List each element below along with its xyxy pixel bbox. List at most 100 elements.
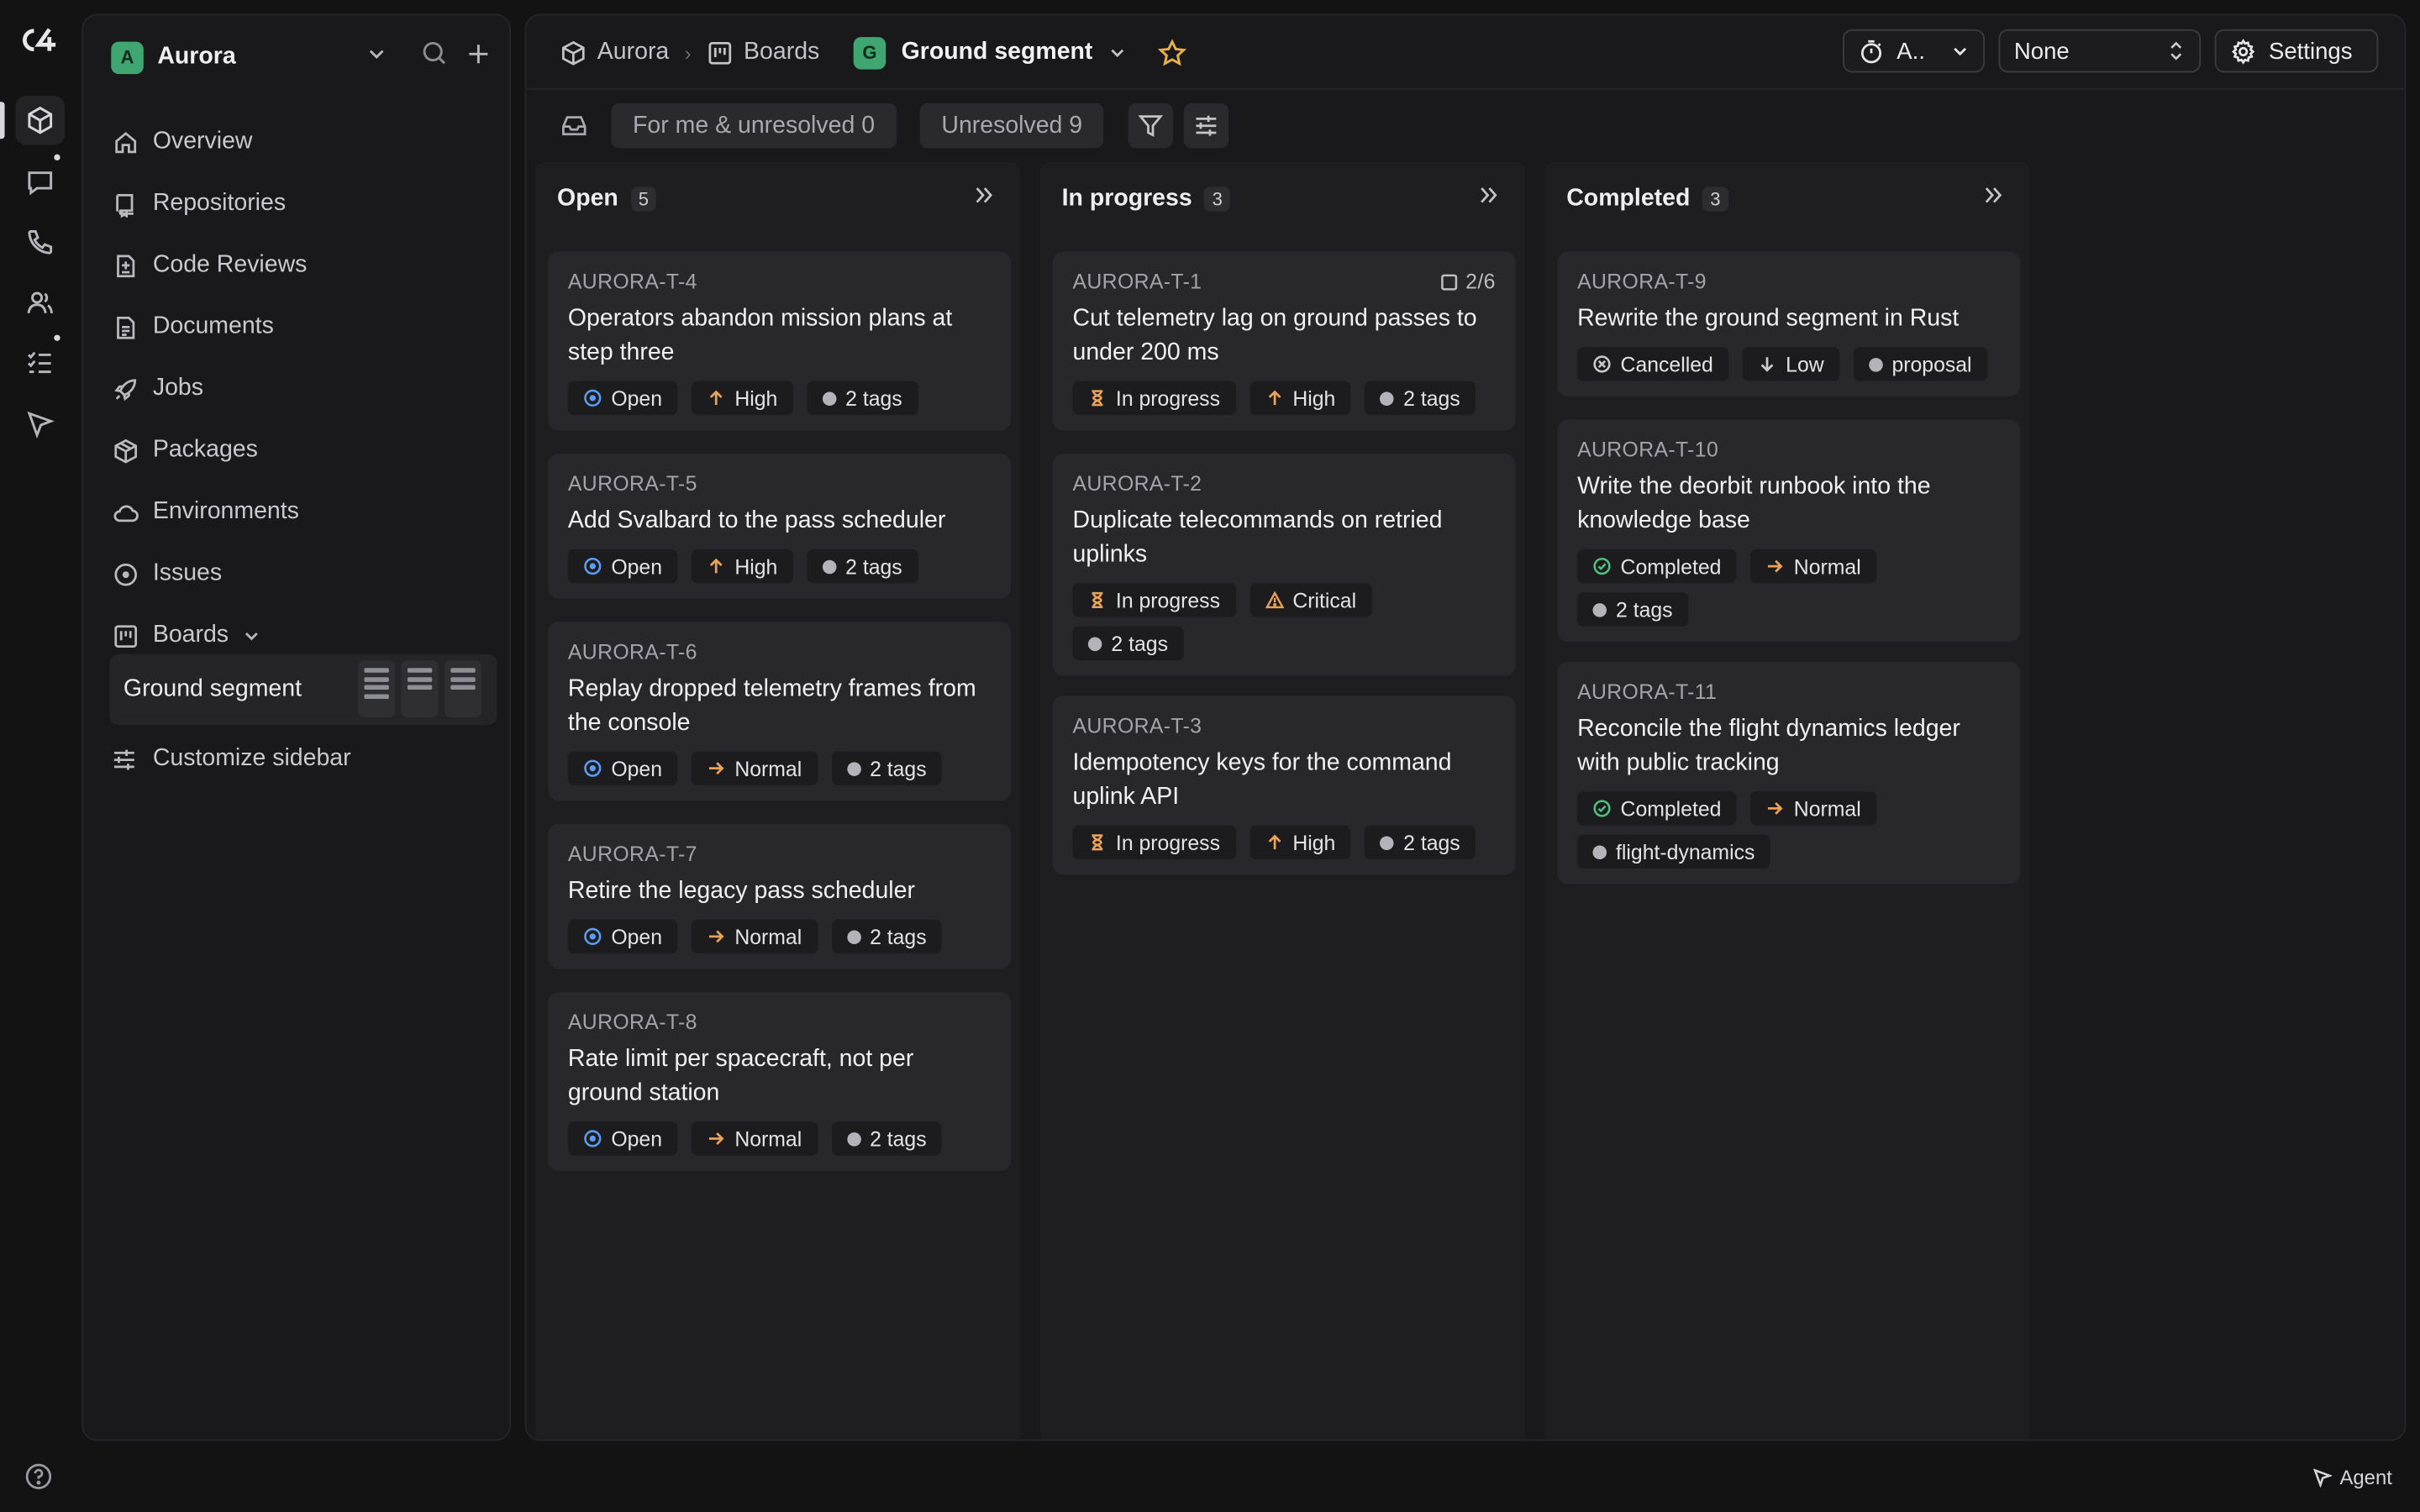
tag-dot-icon <box>822 391 837 406</box>
filter-button[interactable] <box>1128 103 1173 149</box>
filter-unresolved[interactable]: Unresolved 9 <box>919 103 1104 149</box>
tags-badge[interactable]: 2 tags <box>831 751 942 785</box>
funnel-icon <box>1138 113 1164 139</box>
priority-badge[interactable]: High <box>1249 825 1351 860</box>
tags-badge[interactable]: 2 tags <box>1365 825 1476 860</box>
status-badge[interactable]: In progress <box>1072 583 1236 617</box>
issue-card[interactable]: AURORA-T-1 2/6 Cut telemetry lag on grou… <box>1052 251 1516 431</box>
status-badge[interactable]: Cancelled <box>1577 347 1729 381</box>
priority-badge[interactable]: Normal <box>691 751 818 785</box>
rail-chat-button[interactable] <box>15 150 65 207</box>
breadcrumb-boards[interactable]: Boards <box>707 39 819 66</box>
app-logo[interactable] <box>13 15 68 65</box>
tags-badge[interactable]: 2 tags <box>831 1121 942 1156</box>
agent-button[interactable]: Agent <box>2312 1466 2392 1488</box>
priority-badge[interactable]: High <box>691 381 793 416</box>
issue-card[interactable]: AURORA-T-2 Duplicate telecommands on ret… <box>1052 453 1516 676</box>
rail-projects-button[interactable] <box>15 95 66 145</box>
tag-dot-icon <box>1592 602 1607 617</box>
checkbox-icon <box>1439 272 1458 291</box>
sidebar-item-code-reviews[interactable]: Code Reviews <box>108 234 494 296</box>
sidebar-item-issues[interactable]: Issues <box>108 543 494 605</box>
issue-card[interactable]: AURORA-T-5 Add Svalbard to the pass sche… <box>548 453 1012 599</box>
priority-badge[interactable]: High <box>1249 381 1351 416</box>
plus-icon[interactable] <box>466 41 491 66</box>
tags-badge[interactable]: flight-dynamics <box>1577 834 1770 869</box>
customize-sidebar-link[interactable]: Customize sidebar <box>111 742 351 775</box>
sidebar-item-ground-segment[interactable]: Ground segment <box>109 654 497 726</box>
issue-card[interactable]: AURORA-T-11 Reconcile the flight dynamic… <box>1557 661 2021 885</box>
filter-for-me-unresolved[interactable]: For me & unresolved 0 <box>611 103 897 149</box>
workspace-switcher[interactable]: A Aurora <box>111 40 236 74</box>
star-icon[interactable] <box>1157 38 1187 67</box>
tag-dot-icon <box>822 559 837 574</box>
chevron-down-icon[interactable] <box>243 627 261 645</box>
arrow-right-icon <box>707 759 725 778</box>
priority-badge[interactable]: Normal <box>1750 549 1877 584</box>
issue-card[interactable]: AURORA-T-9 Rewrite the ground segment in… <box>1557 251 2021 397</box>
cursor-arrow-icon <box>2312 1467 2333 1488</box>
priority-badge[interactable]: Normal <box>1750 791 1877 826</box>
status-badge[interactable]: Open <box>567 549 678 584</box>
rail-people-button[interactable] <box>15 278 65 328</box>
sidebar-item-jobs[interactable]: Jobs <box>108 358 494 419</box>
assignee-select[interactable]: None <box>1998 29 2202 73</box>
status-badge[interactable]: Open <box>567 381 678 416</box>
issue-card[interactable]: AURORA-T-8 Rate limit per spacecraft, no… <box>548 991 1012 1172</box>
chevron-down-icon[interactable] <box>1108 43 1127 61</box>
help-icon[interactable] <box>24 1462 55 1494</box>
chevron-down-icon[interactable] <box>366 43 387 65</box>
open-status-icon <box>583 389 602 407</box>
status-badge[interactable]: Completed <box>1577 791 1737 826</box>
rail-tasks-button[interactable] <box>15 331 65 387</box>
tags-badge[interactable]: 2 tags <box>807 549 918 584</box>
status-badge[interactable]: Open <box>567 751 678 785</box>
collapse-column-icon[interactable] <box>1981 184 2005 207</box>
issue-title: Replay dropped telemetry frames from the… <box>567 675 976 737</box>
issue-title: Retire the legacy pass scheduler <box>567 878 915 905</box>
issue-card[interactable]: AURORA-T-4 Operators abandon mission pla… <box>548 251 1012 431</box>
view-options-button[interactable] <box>1183 103 1229 149</box>
rail-calls-button[interactable] <box>15 218 65 267</box>
tags-badge[interactable]: 2 tags <box>831 919 942 954</box>
inbox-icon[interactable] <box>560 113 588 139</box>
priority-badge[interactable]: High <box>691 549 793 584</box>
status-badge[interactable]: Open <box>567 1121 678 1156</box>
tags-badge[interactable]: proposal <box>1853 347 1987 381</box>
collapse-column-icon[interactable] <box>972 184 996 207</box>
timer-dropdown[interactable]: A.. <box>1843 29 1985 73</box>
breadcrumb-project[interactable]: Aurora <box>560 39 669 66</box>
priority-badge[interactable]: Normal <box>691 919 818 954</box>
tags-badge[interactable]: 2 tags <box>1365 381 1476 416</box>
status-badge[interactable]: In progress <box>1072 825 1236 860</box>
board-icon <box>707 39 734 66</box>
collapse-column-icon[interactable] <box>1477 184 1501 207</box>
issue-card[interactable]: AURORA-T-7 Retire the legacy pass schedu… <box>548 823 1012 969</box>
issue-card[interactable]: AURORA-T-3 Idempotency keys for the comm… <box>1052 696 1516 875</box>
sidebar-item-environments[interactable]: Environments <box>108 481 494 543</box>
settings-button[interactable]: Settings <box>2214 29 2379 73</box>
search-icon[interactable] <box>421 40 447 66</box>
status-badge[interactable]: Open <box>567 919 678 954</box>
sidebar-item-documents[interactable]: Documents <box>108 297 494 358</box>
issue-card[interactable]: AURORA-T-6 Replay dropped telemetry fram… <box>548 622 1012 801</box>
hourglass-icon <box>1088 833 1107 852</box>
sidebar-item-overview[interactable]: Overview <box>108 111 494 172</box>
rail-navigate-button[interactable] <box>15 400 65 449</box>
priority-badge[interactable]: Critical <box>1249 583 1372 617</box>
tags-badge[interactable]: 2 tags <box>807 381 918 416</box>
sidebar-item-packages[interactable]: Packages <box>108 420 494 481</box>
status-badge[interactable]: Completed <box>1577 549 1737 584</box>
issue-card[interactable]: AURORA-T-10 Write the deorbit runbook in… <box>1557 419 2021 643</box>
issue-title: Write the deorbit runbook into the knowl… <box>1577 473 1931 534</box>
tags-badge[interactable]: 2 tags <box>1072 626 1184 661</box>
priority-badge[interactable]: Low <box>1742 347 1840 381</box>
status-badge[interactable]: In progress <box>1072 381 1236 416</box>
tags-badge[interactable]: 2 tags <box>1577 592 1688 627</box>
sidebar-item-repositories[interactable]: Repositories <box>108 173 494 234</box>
board-column-open: Open 5 AURORA-T-4 Operators abandon miss… <box>535 161 1021 1440</box>
breadcrumb-current-board[interactable]: G Ground segment <box>853 36 1127 69</box>
open-status-icon <box>583 927 602 946</box>
open-status-icon <box>583 1129 602 1147</box>
priority-badge[interactable]: Normal <box>691 1121 818 1156</box>
